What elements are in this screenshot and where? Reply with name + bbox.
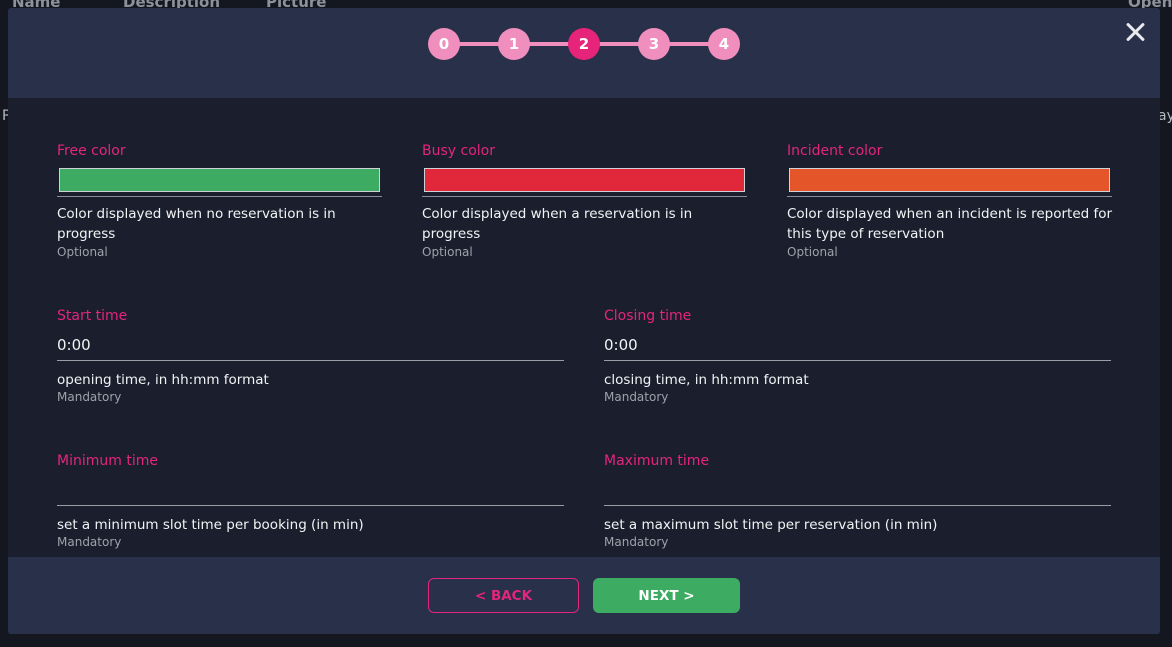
- closing-time-input[interactable]: [604, 334, 1109, 356]
- start-time-underline: [57, 360, 564, 361]
- close-icon[interactable]: [1124, 20, 1148, 44]
- maximum-time-requirement: Mandatory: [604, 535, 669, 549]
- incident-color-help: Color displayed when an incident is repo…: [787, 206, 1113, 242]
- start-time-label: Start time: [57, 308, 128, 324]
- modal-header: 0 1 2 3 4: [8, 8, 1160, 98]
- minimum-time-label: Minimum time: [57, 453, 158, 469]
- busy-color-picker[interactable]: [422, 168, 747, 197]
- free-color-requirement: Optional: [57, 245, 108, 259]
- busy-color-requirement: Optional: [422, 245, 473, 259]
- busy-color-help: Color displayed when a reservation is in…: [422, 206, 693, 242]
- maximum-time-help: set a maximum slot time per reservation …: [604, 517, 938, 533]
- incident-color-picker[interactable]: [787, 168, 1112, 197]
- step-2-current[interactable]: 2: [568, 28, 600, 60]
- minimum-time-help: set a minimum slot time per booking (in …: [57, 517, 364, 533]
- maximum-time-label: Maximum time: [604, 453, 710, 469]
- step-progress: 0 1 2 3 4: [428, 28, 740, 60]
- start-time-help: opening time, in hh:mm format: [57, 372, 269, 388]
- closing-time-help: closing time, in hh:mm format: [604, 372, 809, 388]
- start-time-input[interactable]: [57, 334, 562, 356]
- closing-time-underline: [604, 360, 1111, 361]
- busy-color-swatch[interactable]: [424, 168, 745, 192]
- closing-time-requirement: Mandatory: [604, 390, 669, 404]
- step-1[interactable]: 1: [498, 28, 530, 60]
- free-color-swatch[interactable]: [59, 168, 380, 192]
- busy-color-label: Busy color: [422, 143, 495, 159]
- modal-footer: < BACK NEXT >: [8, 557, 1160, 634]
- maximum-time-input[interactable]: [604, 479, 1109, 501]
- step-4[interactable]: 4: [708, 28, 740, 60]
- incident-color-requirement: Optional: [787, 245, 838, 259]
- step-3[interactable]: 3: [638, 28, 670, 60]
- incident-color-swatch[interactable]: [789, 168, 1110, 192]
- free-color-help: Color displayed when no reservation is i…: [57, 206, 336, 242]
- incident-color-label: Incident color: [787, 143, 883, 159]
- free-color-picker[interactable]: [57, 168, 382, 197]
- step-0[interactable]: 0: [428, 28, 460, 60]
- minimum-time-requirement: Mandatory: [57, 535, 122, 549]
- closing-time-label: Closing time: [604, 308, 692, 324]
- background-text-right: ay: [1158, 108, 1172, 124]
- start-time-requirement: Mandatory: [57, 390, 122, 404]
- minimum-time-underline: [57, 505, 564, 506]
- reservation-type-modal: 0 1 2 3 4 Free color Color displayed whe…: [8, 8, 1160, 634]
- back-button[interactable]: < BACK: [428, 578, 579, 613]
- free-color-label: Free color: [57, 143, 126, 159]
- minimum-time-input[interactable]: [57, 479, 562, 501]
- next-button[interactable]: NEXT >: [593, 578, 740, 613]
- maximum-time-underline: [604, 505, 1111, 506]
